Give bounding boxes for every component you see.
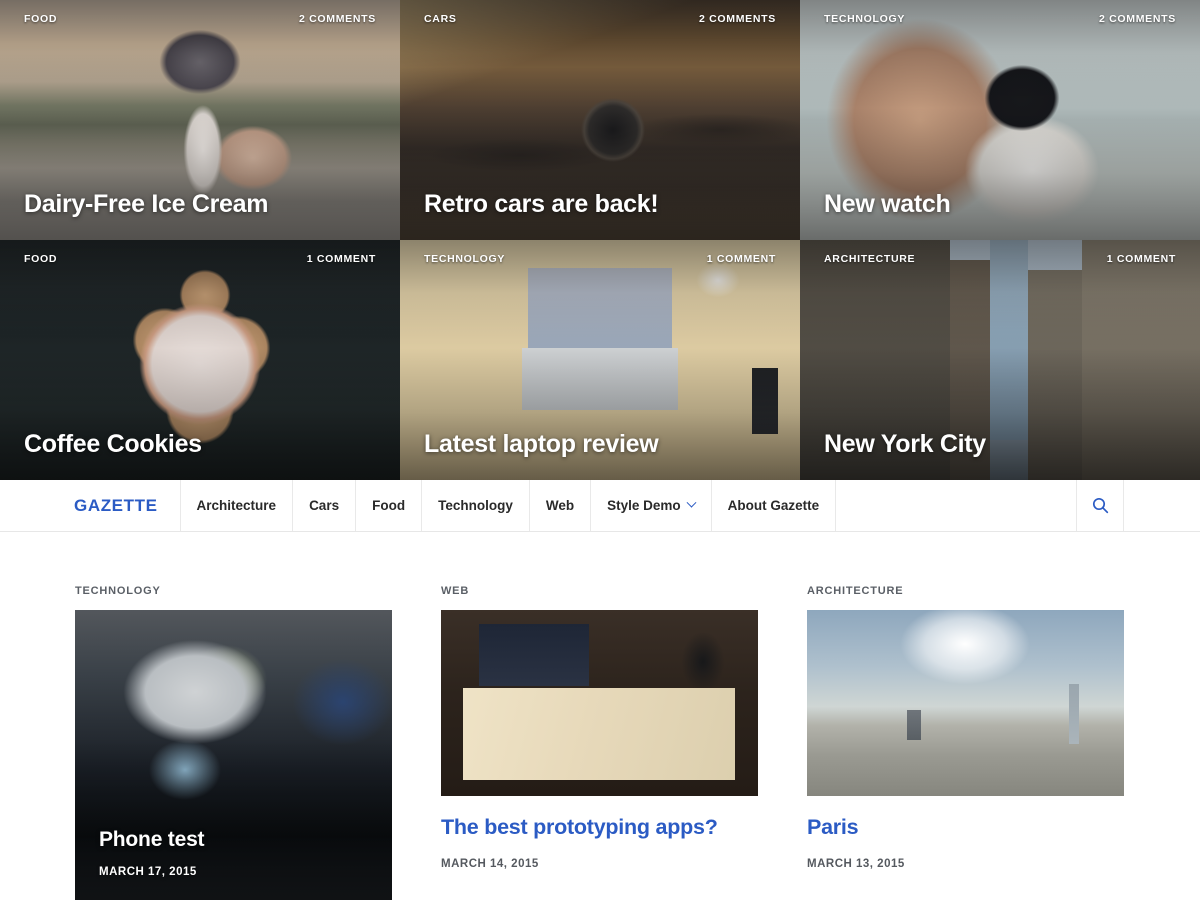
post-title[interactable]: Paris bbox=[807, 815, 1124, 840]
featured-meta: ARCHITECTURE 1 COMMENT bbox=[824, 253, 1176, 265]
image-overlay-gradient bbox=[75, 610, 392, 900]
latest-posts-section: TECHNOLOGY Phone test MARCH 17, 2015 WEB… bbox=[0, 532, 1200, 900]
category-label[interactable]: FOOD bbox=[24, 13, 57, 25]
comment-count[interactable]: 2 COMMENTS bbox=[699, 13, 776, 25]
featured-meta: CARS 2 COMMENTS bbox=[424, 13, 776, 25]
post-title[interactable]: Phone test bbox=[99, 828, 374, 852]
post-thumbnail[interactable]: Phone test MARCH 17, 2015 bbox=[75, 610, 392, 900]
post-date: MARCH 13, 2015 bbox=[807, 857, 905, 870]
comment-count[interactable]: 2 COMMENTS bbox=[1099, 13, 1176, 25]
featured-tile[interactable]: TECHNOLOGY 1 COMMENT Latest laptop revie… bbox=[400, 240, 800, 480]
post-card[interactable]: ARCHITECTURE Paris MARCH 13, 2015 bbox=[807, 585, 1124, 900]
post-date: MARCH 14, 2015 bbox=[441, 857, 539, 870]
nav-item-style-demo[interactable]: Style Demo bbox=[590, 480, 711, 531]
featured-tile[interactable]: ARCHITECTURE 1 COMMENT New York City bbox=[800, 240, 1200, 480]
featured-meta: TECHNOLOGY 1 COMMENT bbox=[424, 253, 776, 265]
category-label[interactable]: ARCHITECTURE bbox=[824, 253, 915, 265]
nav-item-technology[interactable]: Technology bbox=[421, 480, 529, 531]
post-title[interactable]: The best prototyping apps? bbox=[441, 815, 758, 840]
post-date: MARCH 17, 2015 bbox=[99, 866, 197, 878]
category-label[interactable]: CARS bbox=[424, 13, 457, 25]
nav-item-architecture[interactable]: Architecture bbox=[179, 480, 293, 531]
featured-title[interactable]: New watch bbox=[824, 190, 1176, 219]
comment-count[interactable]: 2 COMMENTS bbox=[299, 13, 376, 25]
chevron-down-icon bbox=[686, 497, 697, 508]
site-logo[interactable]: GAZETTE bbox=[0, 480, 180, 531]
featured-posts-grid: FOOD 2 COMMENTS Dairy-Free Ice Cream CAR… bbox=[0, 0, 1200, 480]
nav-item-label: Style Demo bbox=[607, 498, 681, 513]
featured-title[interactable]: Retro cars are back! bbox=[424, 190, 776, 219]
post-card-row: TECHNOLOGY Phone test MARCH 17, 2015 WEB… bbox=[0, 585, 1200, 900]
nav-item-cars[interactable]: Cars bbox=[292, 480, 355, 531]
nav-item-label: Cars bbox=[309, 498, 340, 513]
featured-tile[interactable]: TECHNOLOGY 2 COMMENTS New watch bbox=[800, 0, 1200, 240]
post-category[interactable]: TECHNOLOGY bbox=[75, 585, 392, 597]
featured-meta: TECHNOLOGY 2 COMMENTS bbox=[824, 13, 1176, 25]
search-toggle-button[interactable] bbox=[1076, 480, 1124, 531]
post-image bbox=[807, 610, 1124, 796]
nav-item-label: Food bbox=[372, 498, 406, 513]
post-image bbox=[441, 610, 758, 796]
featured-meta: FOOD 2 COMMENTS bbox=[24, 13, 376, 25]
post-category[interactable]: WEB bbox=[441, 585, 758, 597]
featured-title[interactable]: Dairy-Free Ice Cream bbox=[24, 190, 376, 219]
featured-meta: FOOD 1 COMMENT bbox=[24, 253, 376, 265]
featured-title[interactable]: Coffee Cookies bbox=[24, 430, 376, 459]
category-label[interactable]: FOOD bbox=[24, 253, 57, 265]
nav-item-label: About Gazette bbox=[727, 498, 820, 513]
nav-item-label: Architecture bbox=[196, 498, 277, 513]
nav-item-label: Technology bbox=[438, 498, 513, 513]
post-thumbnail[interactable] bbox=[807, 610, 1124, 796]
nav-item-web[interactable]: Web bbox=[528, 480, 590, 531]
featured-title[interactable]: Latest laptop review bbox=[424, 430, 776, 459]
nav-item-label: Web bbox=[545, 498, 575, 513]
featured-tile[interactable]: FOOD 1 COMMENT Coffee Cookies bbox=[0, 240, 400, 480]
nav-item-food[interactable]: Food bbox=[355, 480, 421, 531]
post-thumbnail[interactable] bbox=[441, 610, 758, 796]
comment-count[interactable]: 1 COMMENT bbox=[307, 253, 376, 265]
post-card[interactable]: TECHNOLOGY Phone test MARCH 17, 2015 bbox=[75, 585, 392, 900]
featured-tile[interactable]: FOOD 2 COMMENTS Dairy-Free Ice Cream bbox=[0, 0, 400, 240]
comment-count[interactable]: 1 COMMENT bbox=[1107, 253, 1176, 265]
featured-title[interactable]: New York City bbox=[824, 430, 1176, 459]
category-label[interactable]: TECHNOLOGY bbox=[824, 13, 905, 25]
nav-item-about-gazette[interactable]: About Gazette bbox=[710, 480, 837, 531]
post-card[interactable]: WEB The best prototyping apps? MARCH 14,… bbox=[441, 585, 758, 900]
search-icon bbox=[1092, 497, 1108, 514]
comment-count[interactable]: 1 COMMENT bbox=[707, 253, 776, 265]
main-navigation-bar: GAZETTE Architecture Cars Food Technolog… bbox=[0, 480, 1200, 532]
featured-tile[interactable]: CARS 2 COMMENTS Retro cars are back! bbox=[400, 0, 800, 240]
post-category[interactable]: ARCHITECTURE bbox=[807, 585, 1124, 597]
category-label[interactable]: TECHNOLOGY bbox=[424, 253, 505, 265]
nav-menu: Architecture Cars Food Technology Web St… bbox=[179, 480, 837, 531]
nav-right-padding bbox=[1124, 480, 1200, 531]
